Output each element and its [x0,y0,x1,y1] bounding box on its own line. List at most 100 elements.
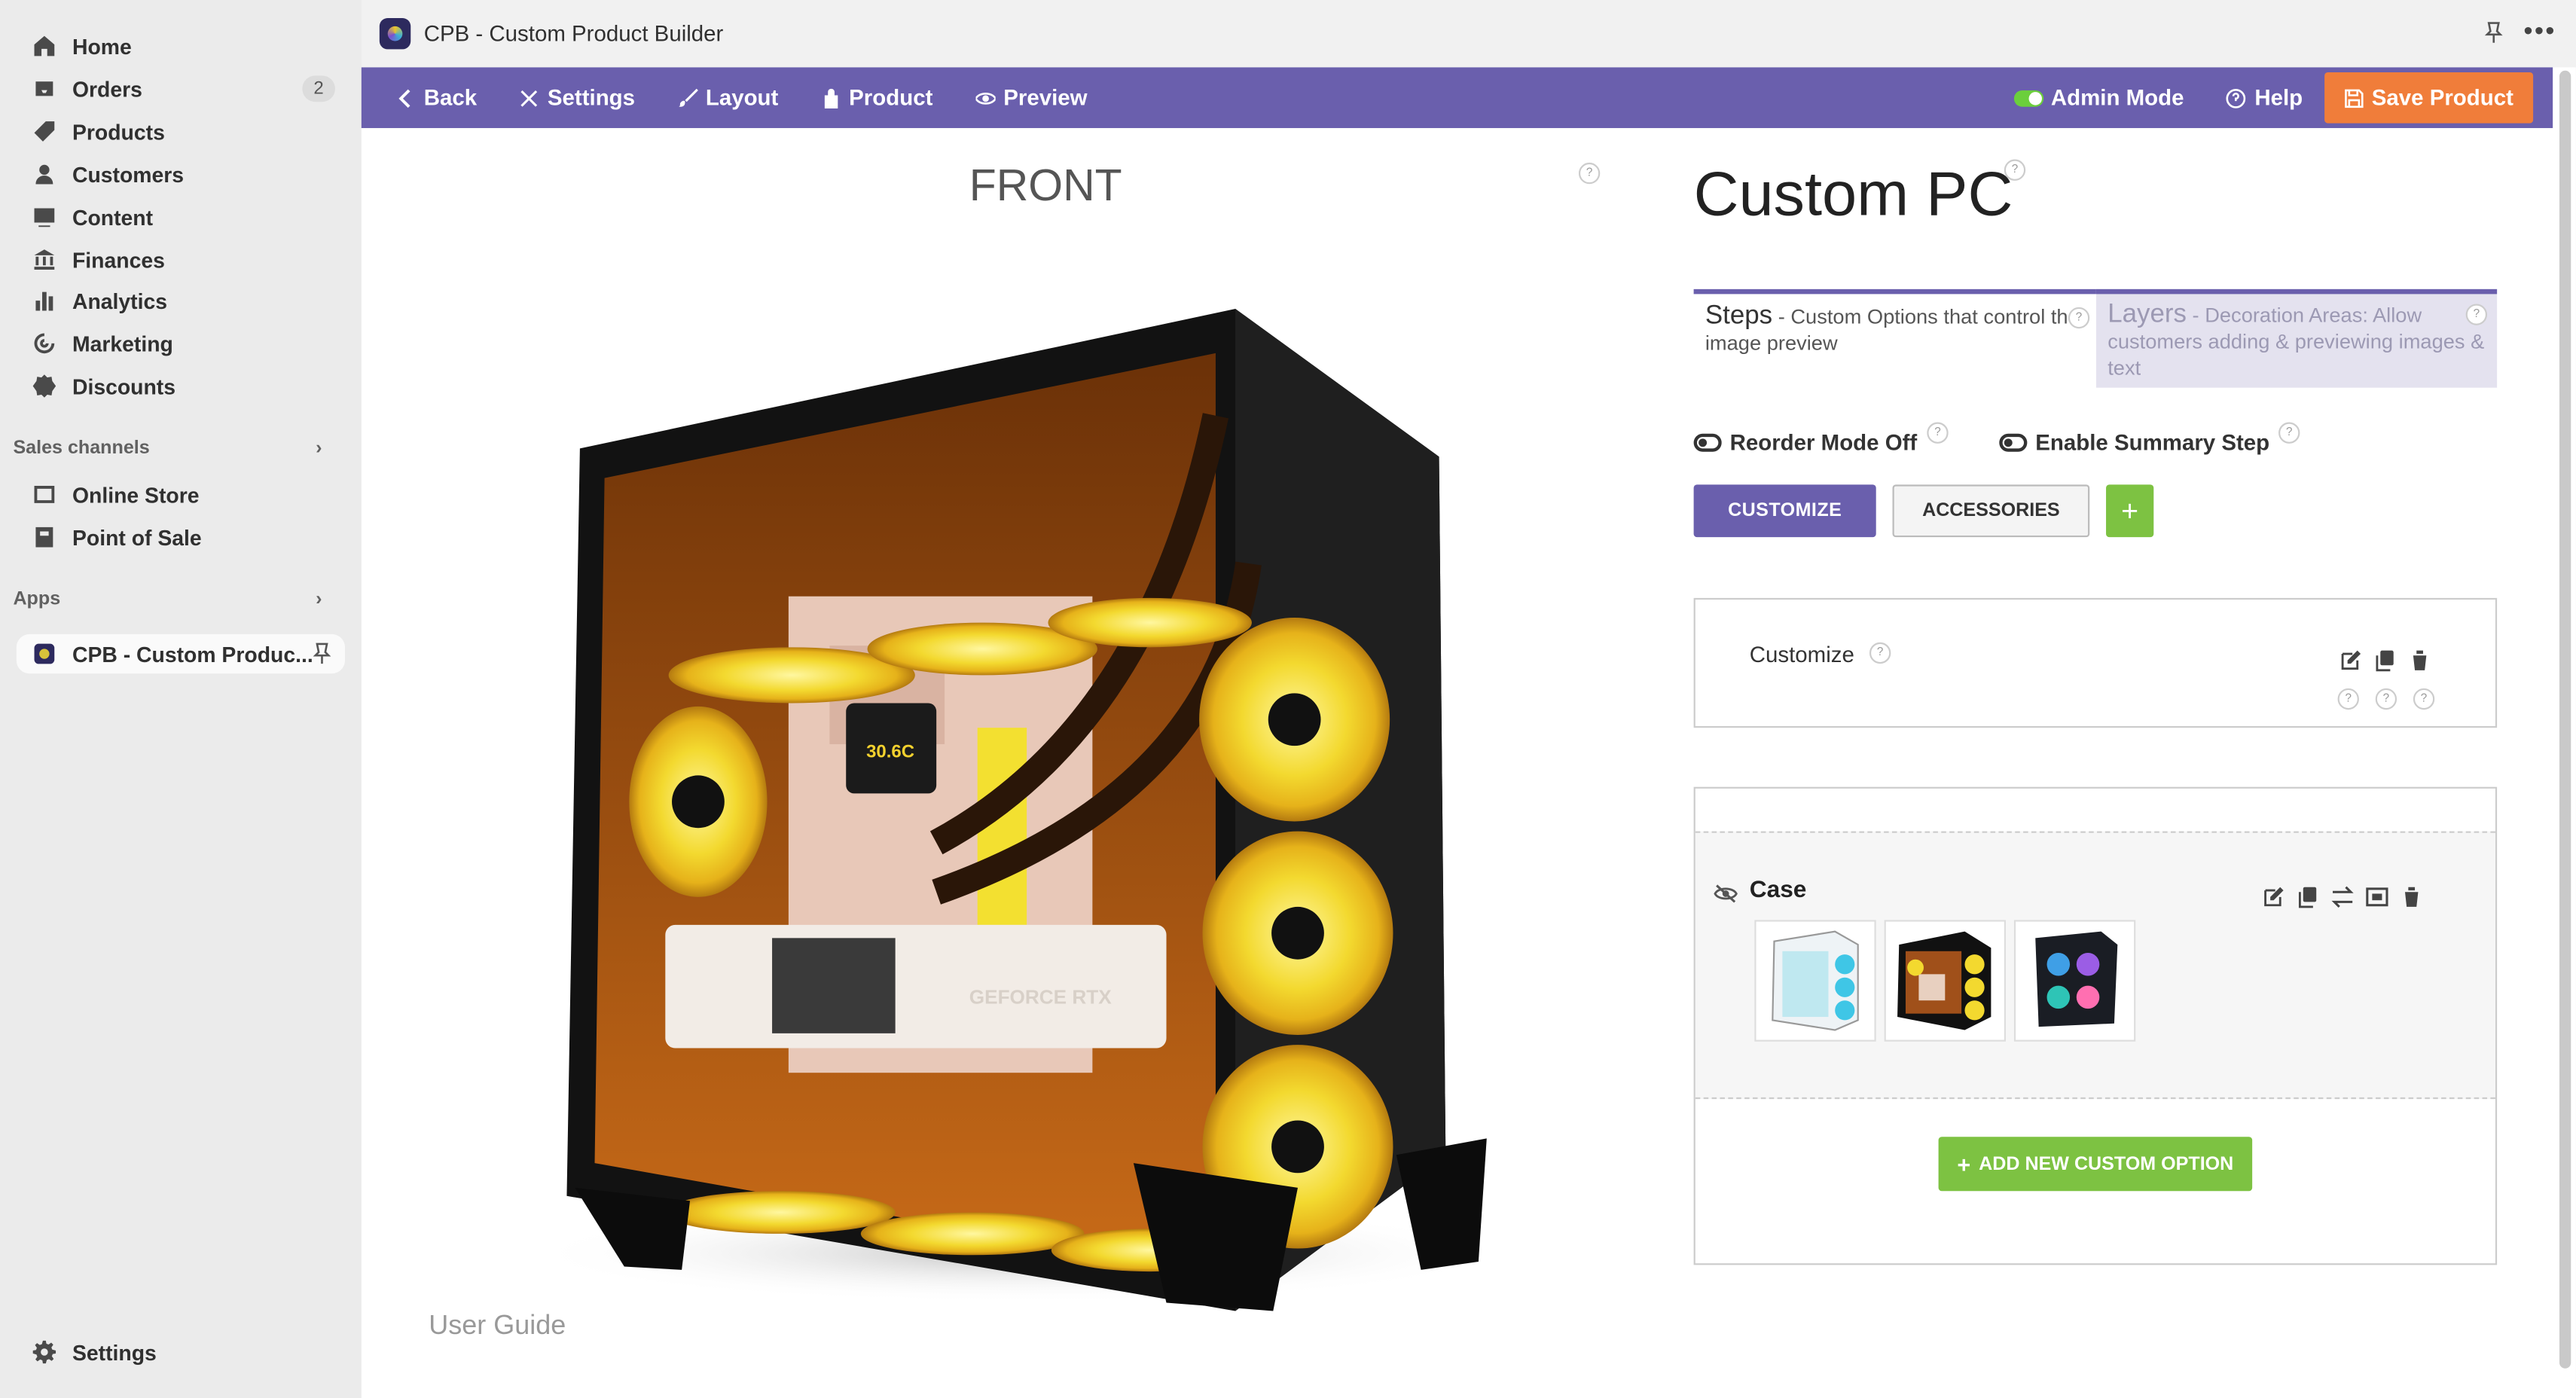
pin-icon[interactable] [2484,21,2504,44]
help-tooltip-icon[interactable]: ? [1869,642,1891,664]
step-tab-customize[interactable]: CUSTOMIZE [1693,484,1876,538]
back-button[interactable]: Back [374,67,498,128]
more-options-icon[interactable]: ••• [2523,18,2556,47]
sidebar-item-cpb-app[interactable]: CPB - Custom Produc... [16,633,346,674]
help-button[interactable]: Help [2205,67,2324,128]
settings-label: Settings [547,85,636,111]
option-value-thumbnail[interactable] [1754,920,1876,1042]
sidebar-item-online-store[interactable]: Online Store [17,475,345,514]
sidebar-item-discounts[interactable]: Discounts [17,366,345,405]
sidebar-item-label: Home [72,33,132,59]
sidebar-item-label: Marketing [72,331,173,356]
sidebar-item-point-of-sale[interactable]: Point of Sale [17,517,345,557]
duplicate-icon[interactable] [2297,886,2320,909]
eye-slash-icon[interactable] [1714,884,1738,903]
white-case-image [1772,930,1859,1031]
scrollbar[interactable] [2553,67,2576,1398]
store-icon [33,483,56,506]
view-label: FRONT [969,160,1122,211]
sidebar-item-analytics[interactable]: Analytics [17,281,345,320]
product-preview-image: 30.6C GEFORCE RTX [525,309,1512,1311]
product-button[interactable]: Product [800,67,954,128]
layout-button[interactable]: Layout [656,67,799,128]
sidebar: Home Orders 2 Products Customers Content… [0,0,362,1398]
sidebar-item-marketing[interactable]: Marketing [17,324,345,363]
help-tooltip-icon[interactable]: ? [1578,162,1601,185]
sidebar-item-content[interactable]: Content [17,197,345,237]
sidebar-item-settings[interactable]: Settings [17,1332,345,1372]
help-tooltip-icon[interactable]: ? [2413,688,2435,710]
bank-icon [33,248,56,271]
chevron-left-icon [398,88,411,108]
sidebar-item-label: Discounts [72,374,176,398]
step-tab-accessories[interactable]: ACCESSORIES [1892,484,2090,538]
layout-label: Layout [705,85,779,111]
edit-icon[interactable] [2339,649,2363,672]
summary-step-toggle[interactable]: Enable Summary Step [1999,430,2269,455]
help-label: Help [2254,85,2303,111]
help-tooltip-icon[interactable]: ? [2004,159,2026,181]
reorder-mode-toggle[interactable]: Reorder Mode Off [1693,430,1918,456]
preview-button[interactable]: Preview [954,67,1109,128]
save-icon [2344,88,2363,107]
settings-button[interactable]: Settings [498,67,656,128]
help-tooltip-icon[interactable]: ? [2465,304,2488,325]
tab-steps[interactable]: Steps - Custom Options that control the … [1693,288,2096,388]
sales-channels-header[interactable]: Sales channels › [13,438,341,458]
save-label: Save Product [2371,85,2513,111]
admin-mode-label: Admin Mode [2050,85,2184,111]
gear-icon [32,1340,56,1364]
sidebar-item-label: Products [72,119,165,144]
sidebar-item-products[interactable]: Products [17,111,345,151]
admin-mode-toggle[interactable]: Admin Mode [1994,67,2205,128]
sidebar-item-orders[interactable]: Orders 2 [17,69,345,108]
scrollbar-thumb[interactable] [2559,70,2571,1369]
option-value-thumbnail[interactable] [1884,920,2007,1042]
sidebar-item-label: Orders [72,76,142,102]
option-row-case[interactable]: Case [1695,831,2495,1100]
reorder-mode-label: Reorder Mode Off [1729,430,1918,456]
option-value-thumbnail[interactable] [2013,920,2136,1042]
user-guide-link[interactable]: User Guide [429,1311,566,1342]
product-title: Custom PC [1693,160,2013,230]
help-tooltip-icon[interactable]: ? [2278,422,2300,444]
preview-label: Preview [1003,85,1088,111]
chevron-right-icon: › [316,589,322,610]
apps-header[interactable]: Apps › [13,590,341,609]
duplicate-icon[interactable] [2374,649,2397,672]
custom-options-panel: Case + ADD NEW CUSTOM OPTION [1693,786,2498,1265]
tab-layers[interactable]: Layers - Decoration Areas: Allow custome… [2095,288,2498,388]
edit-icon[interactable] [2262,886,2285,909]
save-product-button[interactable]: Save Product [2324,72,2534,124]
add-step-button[interactable]: + [2106,484,2154,538]
sidebar-item-home[interactable]: Home [17,26,345,66]
person-icon [33,163,56,186]
tag-icon [33,120,56,143]
svg-text:30.6C: 30.6C [866,741,914,762]
layers-tab-title: Layers [2107,301,2187,329]
black-yellow-case-image [1897,931,1992,1030]
help-tooltip-icon[interactable]: ? [2068,307,2090,329]
sidebar-item-label: Customers [72,161,185,187]
pos-icon [33,526,56,549]
sidebar-item-customers[interactable]: Customers [17,154,345,194]
app-logo-icon [33,643,56,666]
trash-icon[interactable] [2400,886,2423,909]
toggle-on-icon [2014,89,2045,106]
trash-icon[interactable] [2408,649,2431,672]
discount-icon [32,374,56,398]
steps-tab-title: Steps [1705,302,1773,331]
plus-icon: + [1957,1150,1971,1177]
sidebar-item-label: Settings [72,1339,157,1365]
help-tooltip-icon[interactable]: ? [2375,688,2397,710]
help-tooltip-icon[interactable]: ? [1927,422,1949,444]
sidebar-item-finances[interactable]: Finances [17,240,345,279]
image-frame-icon[interactable] [2366,886,2389,909]
section-label: Sales channels [13,438,150,459]
add-custom-option-button[interactable]: + ADD NEW CUSTOM OPTION [1938,1137,2253,1192]
help-tooltip-icon[interactable]: ? [2337,688,2359,710]
pin-icon[interactable] [312,643,331,666]
swap-icon[interactable] [2331,886,2355,909]
eye-icon [975,91,996,104]
summary-step-label: Enable Summary Step [2035,430,2270,456]
